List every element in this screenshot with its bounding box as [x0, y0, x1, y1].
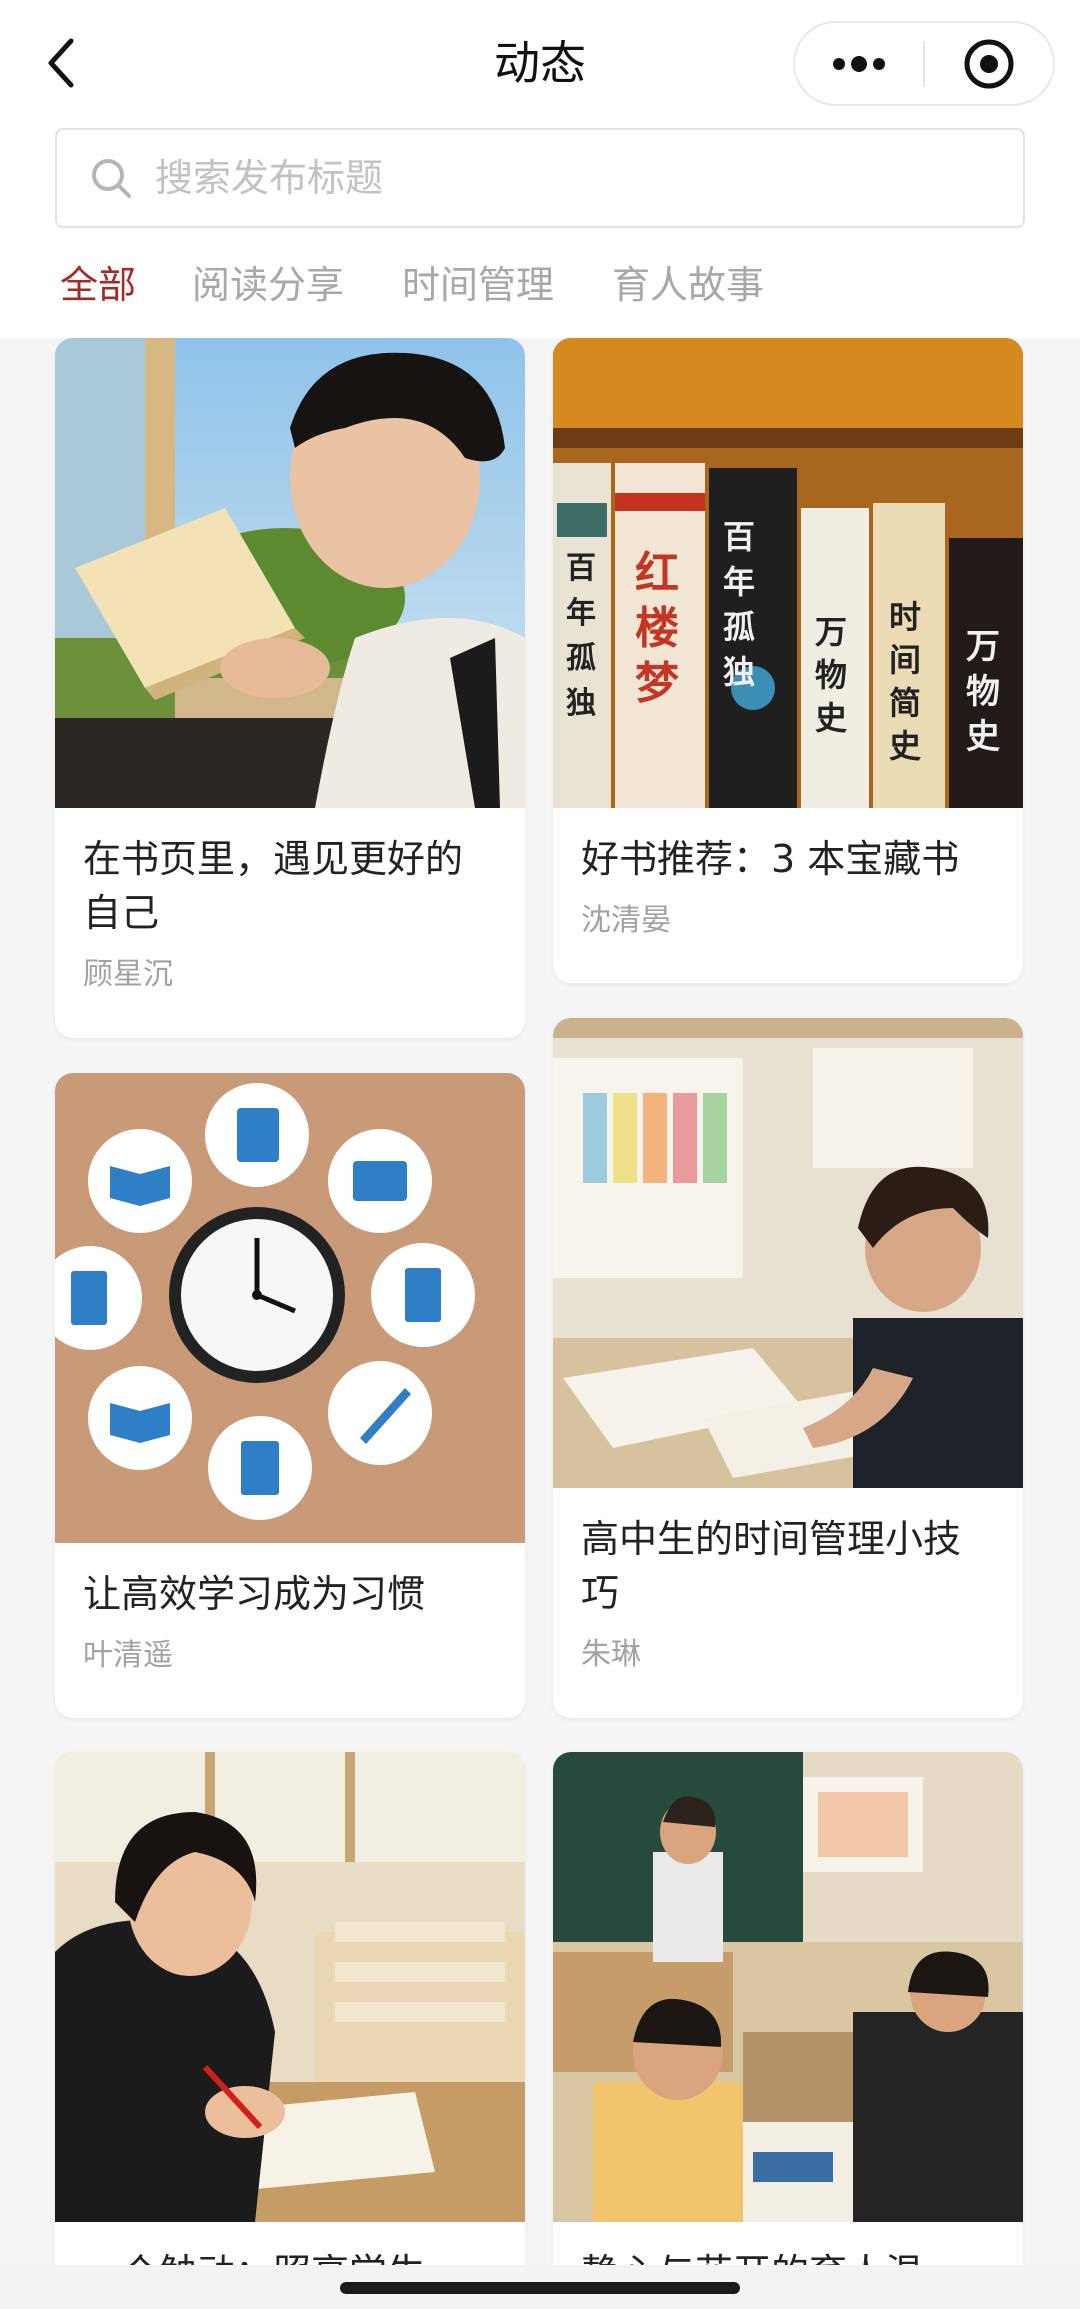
svg-text:万: 万 [815, 613, 847, 651]
svg-text:简: 简 [889, 684, 921, 722]
post-title: 让高效学习成为习惯 [83, 1572, 426, 1616]
post-title: 在书页里，遇见更好的自己 [83, 837, 464, 935]
svg-text:万: 万 [966, 627, 1000, 667]
post-author: 叶清遥 [83, 1638, 173, 1673]
svg-text:年: 年 [723, 563, 755, 601]
tab-time-management[interactable]: 时间管理 [402, 256, 554, 314]
student-studying-desk-photo [553, 1018, 1023, 1488]
teacher-grading-photo [55, 1752, 525, 2222]
svg-text:物: 物 [966, 672, 1000, 712]
svg-text:时: 时 [889, 598, 921, 636]
classroom-photo [553, 1752, 1023, 2222]
post-card[interactable]: 静心与花开的育人温度… [553, 1752, 1023, 2309]
svg-text:史: 史 [966, 717, 1000, 757]
search-icon [92, 159, 131, 198]
clock-and-study-icons-photo [55, 1073, 525, 1543]
svg-text:史: 史 [889, 727, 921, 765]
bookshelf-photo: 百 年 孤 独 红 楼 梦 百 年 孤 独 万 物 史 时 间 简 史 万 物 … [553, 338, 1023, 808]
post-cover-image [553, 1018, 1023, 1488]
more-button[interactable] [795, 23, 923, 104]
svg-text:物: 物 [815, 656, 847, 694]
more-dots-icon [833, 55, 885, 72]
svg-text:孤: 孤 [566, 641, 596, 676]
close-mini-program-button[interactable] [925, 23, 1053, 104]
tab-all[interactable]: 全部 [60, 256, 136, 314]
svg-text:楼: 楼 [635, 603, 679, 654]
post-author: 沈清晏 [581, 903, 671, 938]
tab-education-stories[interactable]: 育人故事 [612, 256, 764, 314]
post-author: 顾星沉 [83, 957, 173, 992]
post-card[interactable]: 一个触动：照亮学生的… [55, 1752, 525, 2309]
svg-text:年: 年 [566, 596, 596, 631]
svg-text:史: 史 [815, 699, 847, 737]
search-bar-area [0, 125, 1080, 240]
category-tabs: 全部 阅读分享 时间管理 育人故事 [0, 240, 1080, 338]
post-title: 好书推荐：3 本宝藏书 [581, 837, 960, 881]
dynamic-feed-page: 动态 搜索发布标题 全部 阅读分享 时间管理 育人故事 在书页里，遇见更好的自己… [0, 0, 1080, 2309]
svg-text:梦: 梦 [635, 658, 679, 709]
post-cover-image: 百 年 孤 独 红 楼 梦 百 年 孤 独 万 物 史 时 间 简 史 万 物 … [553, 338, 1023, 808]
search-input[interactable] [155, 156, 975, 200]
svg-text:红: 红 [635, 548, 679, 599]
svg-text:独: 独 [723, 653, 755, 691]
post-cover-image [553, 1752, 1023, 2222]
svg-text:独: 独 [566, 686, 596, 721]
svg-text:百: 百 [723, 518, 755, 556]
svg-text:百: 百 [566, 551, 596, 586]
post-cover-image [55, 338, 525, 808]
post-author: 朱琳 [581, 1637, 641, 1672]
post-title: 高中生的时间管理小技巧 [581, 1517, 962, 1615]
mini-program-capsule [793, 21, 1055, 106]
post-card[interactable]: 百 年 孤 独 红 楼 梦 百 年 孤 独 万 物 史 时 间 简 史 万 物 … [553, 338, 1023, 983]
post-card[interactable]: 让高效学习成为习惯 叶清遥 [55, 1073, 525, 1718]
search-box[interactable] [55, 128, 1025, 228]
student-reading-photo [55, 338, 525, 808]
post-cover-image [55, 1073, 525, 1543]
post-card[interactable]: 高中生的时间管理小技巧 朱琳 [553, 1018, 1023, 1718]
target-icon [964, 39, 1014, 88]
svg-text:孤: 孤 [723, 608, 755, 646]
navigation-bar: 动态 [0, 0, 1080, 125]
post-card[interactable]: 在书页里，遇见更好的自己 顾星沉 [55, 338, 525, 1038]
post-cover-image [55, 1752, 525, 2222]
home-indicator[interactable] [340, 2282, 740, 2294]
tab-reading-share[interactable]: 阅读分享 [192, 256, 344, 314]
svg-text:间: 间 [889, 641, 921, 679]
